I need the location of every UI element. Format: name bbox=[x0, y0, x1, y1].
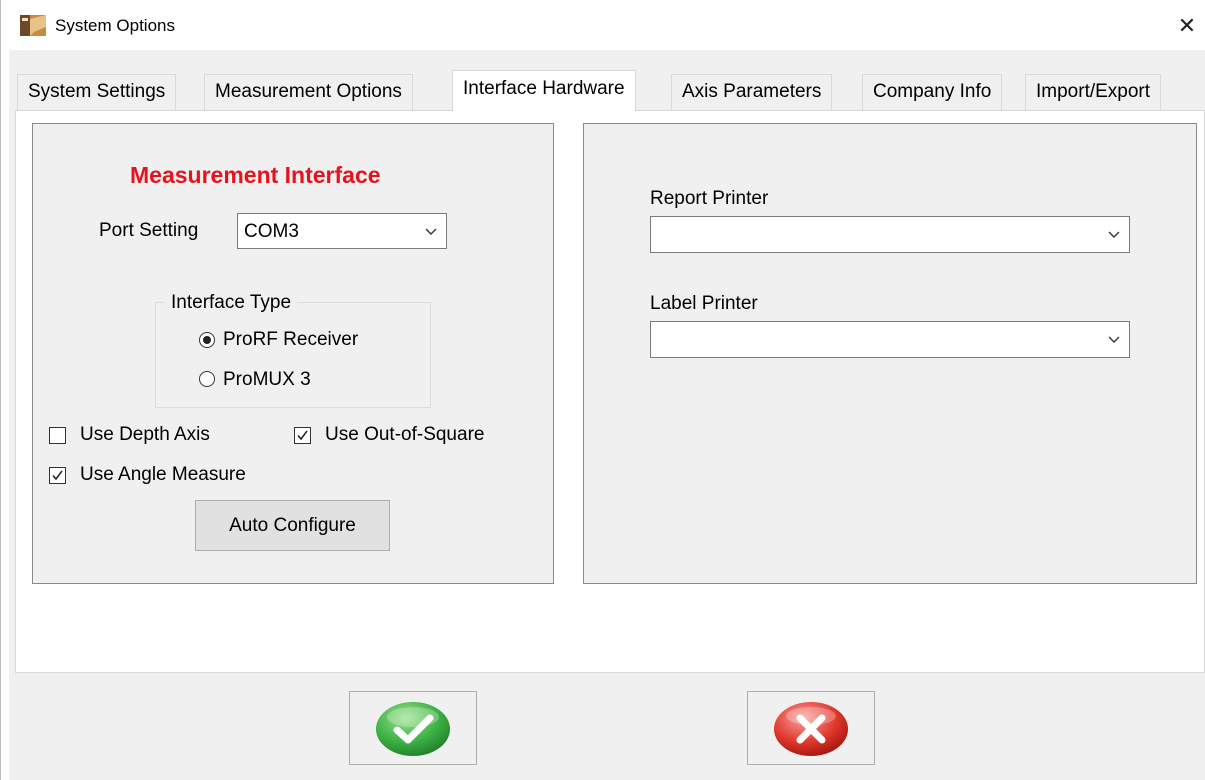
tab-import-export[interactable]: Import/Export bbox=[1025, 74, 1162, 110]
use-angle-measure-checkbox[interactable] bbox=[49, 467, 66, 484]
title-bar: System Options ✕ bbox=[1, 0, 1205, 50]
port-setting-dropdown[interactable]: COM3 bbox=[237, 213, 447, 249]
tab-system-settings[interactable]: System Settings bbox=[17, 74, 177, 110]
label-printer-label: Label Printer bbox=[650, 293, 758, 314]
prorf-receiver-label[interactable]: ProRF Receiver bbox=[223, 329, 358, 351]
use-out-of-square-label[interactable]: Use Out-of-Square bbox=[325, 424, 484, 446]
red-x-icon bbox=[774, 702, 848, 756]
ok-button[interactable] bbox=[349, 691, 477, 765]
interface-type-group bbox=[155, 302, 431, 408]
port-setting-label: Port Setting bbox=[99, 220, 199, 241]
use-depth-axis-label[interactable]: Use Depth Axis bbox=[80, 424, 210, 446]
report-printer-dropdown[interactable] bbox=[650, 216, 1130, 253]
promux3-radio[interactable] bbox=[199, 371, 215, 387]
tab-company-info[interactable]: Company Info bbox=[862, 74, 1003, 110]
chevron-down-icon bbox=[1108, 231, 1120, 238]
prorf-receiver-radio[interactable] bbox=[199, 332, 215, 348]
cancel-button[interactable] bbox=[747, 691, 875, 765]
close-icon[interactable]: ✕ bbox=[1169, 8, 1205, 44]
promux3-label[interactable]: ProMUX 3 bbox=[223, 369, 311, 391]
checkmark-icon bbox=[52, 470, 63, 481]
port-setting-value: COM3 bbox=[244, 221, 299, 242]
tab-measurement-options[interactable]: Measurement Options bbox=[204, 74, 413, 110]
checkmark-icon bbox=[297, 430, 308, 441]
system-options-window: System Options ✕ System Settings Measure… bbox=[0, 0, 1205, 780]
use-out-of-square-checkbox[interactable] bbox=[294, 427, 311, 444]
use-angle-measure-label[interactable]: Use Angle Measure bbox=[80, 464, 246, 486]
report-printer-label: Report Printer bbox=[650, 188, 769, 209]
tab-interface-hardware[interactable]: Interface Hardware bbox=[452, 70, 636, 111]
measurement-interface-heading: Measurement Interface bbox=[130, 162, 381, 188]
use-depth-axis-checkbox[interactable] bbox=[49, 427, 66, 444]
chevron-down-icon bbox=[425, 228, 437, 235]
auto-configure-button[interactable]: Auto Configure bbox=[195, 500, 390, 551]
app-icon bbox=[20, 15, 46, 36]
label-printer-dropdown[interactable] bbox=[650, 321, 1130, 358]
chevron-down-icon bbox=[1108, 336, 1120, 343]
window-title: System Options bbox=[55, 16, 175, 35]
tab-axis-parameters[interactable]: Axis Parameters bbox=[671, 74, 833, 110]
green-checkmark-icon bbox=[376, 702, 450, 756]
interface-type-title: Interface Type bbox=[165, 292, 298, 314]
